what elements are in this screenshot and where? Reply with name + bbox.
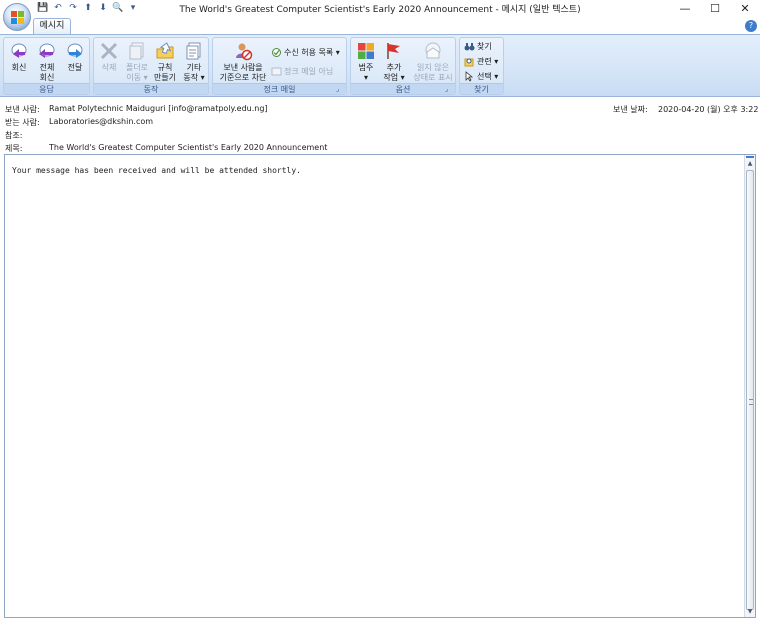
vertical-scrollbar[interactable]: ▲ ▼ <box>744 155 755 617</box>
junk-options-launcher-icon[interactable]: ⌟ <box>336 85 344 93</box>
message-header: 보낸 사람: Ramat Polytechnic Maiduguri [info… <box>0 98 760 154</box>
safe-lists-button[interactable]: 수신 허용 목록 ▾ <box>271 47 340 58</box>
message-body[interactable]: Your message has been received and will … <box>4 154 756 618</box>
cc-label: 참조: <box>5 131 23 140</box>
delete-icon <box>100 42 118 60</box>
scroll-up-icon[interactable]: ▲ <box>745 158 755 169</box>
group-junk-label: 정크 메일 <box>213 83 346 94</box>
group-respond-label: 응답 <box>4 83 89 94</box>
categorize-button[interactable]: 범주 ▾ <box>354 41 378 83</box>
group-junk-mail: 보낸 사람을 기준으로 차단 수신 허용 목록 ▾ 정크 메일 아님 정크 메일… <box>212 37 347 95</box>
not-junk-button[interactable]: 정크 메일 아님 <box>271 66 333 77</box>
select-button[interactable]: 선택 ▾ <box>464 71 498 82</box>
binoculars-icon <box>464 43 475 51</box>
group-options: 범주 ▾ 추가 작업 ▾ 읽지 않은 상태로 표시 옵션 ⌟ <box>350 37 456 95</box>
group-actions-label: 동작 <box>94 83 208 94</box>
reply-all-button[interactable]: 전체 회신 <box>34 41 60 83</box>
group-options-label: 옵션 <box>351 83 455 94</box>
help-icon[interactable]: ? <box>745 20 757 32</box>
sent-value: 2020-04-20 (월) 오후 3:22 <box>658 105 759 114</box>
minimize-button[interactable]: — <box>670 0 700 17</box>
subject-label: 제목: <box>5 144 23 153</box>
office-button[interactable] <box>3 3 31 31</box>
move-to-folder-icon <box>129 42 144 60</box>
block-sender-button[interactable]: 보낸 사람을 기준으로 차단 <box>216 41 270 83</box>
reply-all-icon <box>39 43 55 58</box>
ribbon: 회신 전체 회신 전달 응답 삭제 폴더로 이동 ▾ 규칙 만들기 기타 동작 … <box>0 34 760 97</box>
other-actions-button[interactable]: 기타 동작 ▾ <box>181 41 207 83</box>
follow-up-button[interactable]: 추가 작업 ▾ <box>381 41 407 83</box>
title-bar: 💾 ↶ ↷ ⬆ ⬇ 🔍 ▾ The World's Greatest Compu… <box>0 0 760 17</box>
find-button[interactable]: 찾기 <box>464 41 492 52</box>
forward-icon <box>67 43 83 58</box>
categorize-icon <box>358 43 374 59</box>
from-label: 보낸 사람: <box>5 105 40 114</box>
group-find: 찾기 관련 ▾ 선택 ▾ 찾기 <box>459 37 504 95</box>
message-text: Your message has been received and will … <box>12 166 301 175</box>
safe-list-icon <box>272 48 281 57</box>
scroll-thumb[interactable] <box>746 170 754 610</box>
delete-button[interactable]: 삭제 <box>97 41 121 73</box>
reply-button[interactable]: 회신 <box>8 41 30 73</box>
options-launcher-icon[interactable]: ⌟ <box>445 85 453 93</box>
group-respond: 회신 전체 회신 전달 응답 <box>3 37 90 95</box>
sent-label: 보낸 날짜: <box>613 105 648 114</box>
other-actions-icon <box>186 42 201 60</box>
group-find-label: 찾기 <box>460 83 503 94</box>
rules-icon <box>156 42 174 59</box>
follow-up-flag-icon <box>387 43 400 59</box>
scroll-down-icon[interactable]: ▼ <box>745 606 755 617</box>
scroll-grip-icon <box>749 399 753 405</box>
to-value[interactable]: Laboratories@dkshin.com <box>49 117 153 126</box>
reply-icon <box>11 43 27 58</box>
related-icon <box>464 58 474 67</box>
mark-unread-icon <box>425 42 441 59</box>
group-actions: 삭제 폴더로 이동 ▾ 규칙 만들기 ▾ 기타 동작 ▾ <box>93 37 209 95</box>
to-label: 받는 사람: <box>5 118 40 127</box>
window-title: The World's Greatest Computer Scientist'… <box>179 5 581 15</box>
office-logo-icon <box>11 11 24 24</box>
maximize-button[interactable]: ☐ <box>700 0 730 17</box>
subject-value: The World's Greatest Computer Scientist'… <box>49 143 328 152</box>
related-button[interactable]: 관련 ▾ <box>464 56 498 67</box>
move-to-folder-button[interactable]: 폴더로 이동 ▾ <box>124 41 150 83</box>
block-sender-icon <box>236 43 253 61</box>
not-junk-icon <box>271 67 282 76</box>
tab-message[interactable]: 메시지 <box>33 18 71 35</box>
mark-unread-button[interactable]: 읽지 않은 상태로 표시 <box>411 41 455 83</box>
forward-button[interactable]: 전달 <box>64 41 86 73</box>
cursor-icon <box>465 71 474 82</box>
from-value[interactable]: Ramat Polytechnic Maiduguri [info@ramatp… <box>49 104 268 113</box>
close-button[interactable]: ✕ <box>730 0 760 17</box>
ribbon-tab-row: 메시지 ? <box>0 17 760 35</box>
